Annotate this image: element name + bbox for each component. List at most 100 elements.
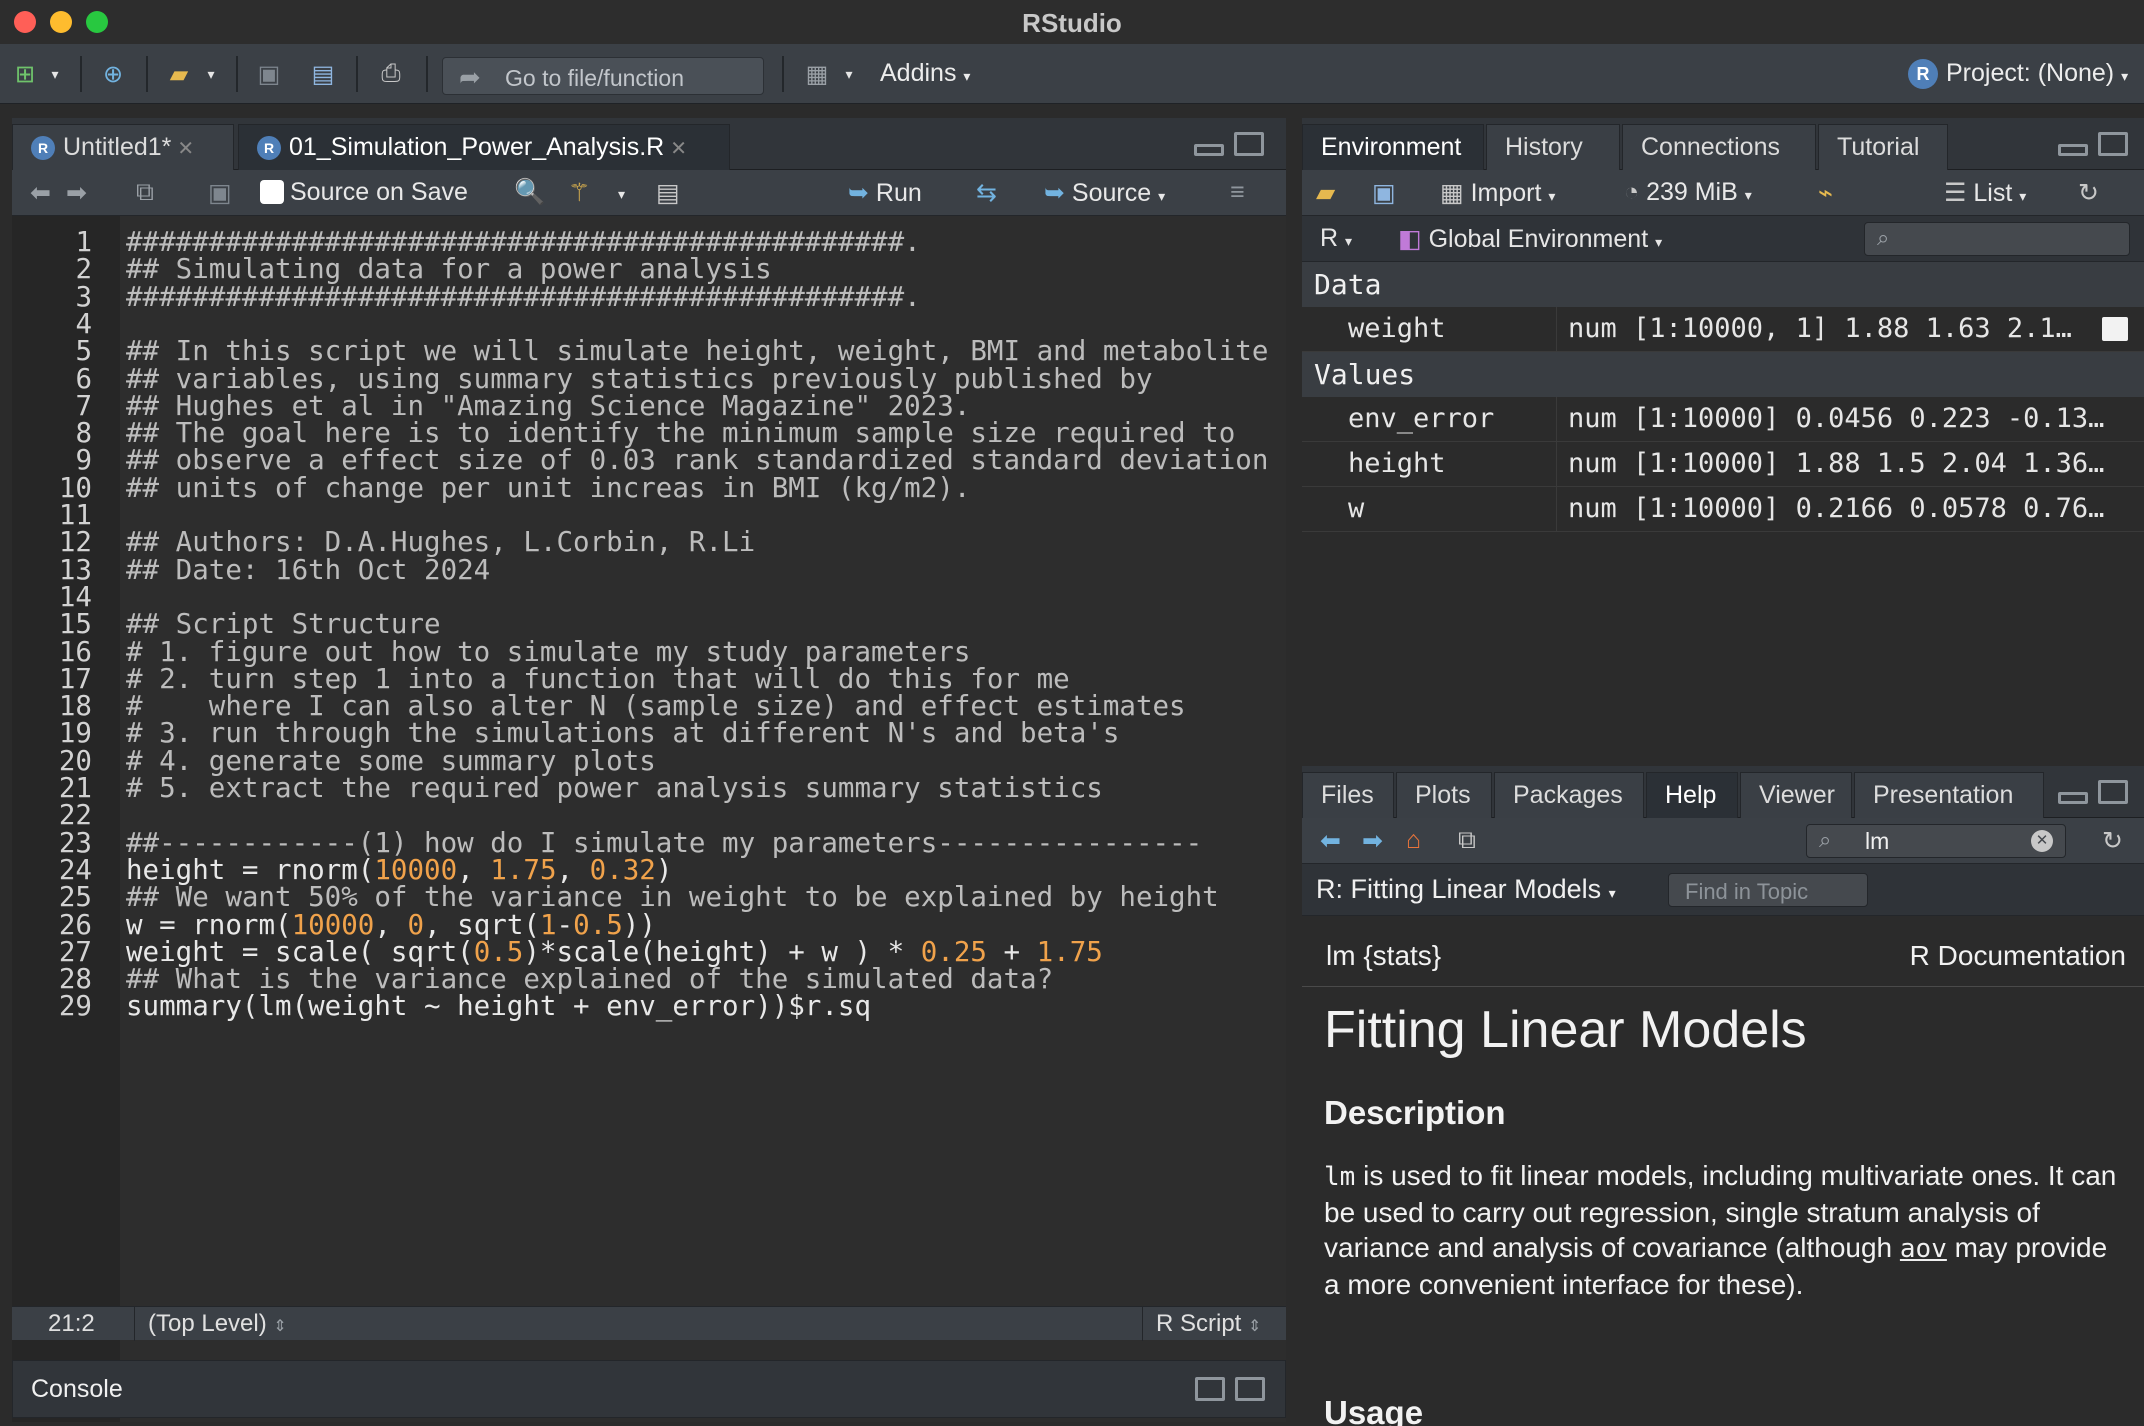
source-on-save-checkbox[interactable]: Source on Save [260, 178, 468, 207]
magic-wand-icon[interactable]: ⚚ [568, 178, 590, 208]
back-arrow-icon[interactable]: ⬅ [1320, 826, 1341, 856]
workspace-panes-icon[interactable]: ▦ [800, 58, 834, 90]
env-row-w[interactable]: w num [1:10000] 0.2166 0.0578 0.76… [1302, 487, 2144, 532]
view-mode-menu[interactable]: ☰ List ▾ [1944, 178, 2026, 208]
view-data-grid-icon[interactable] [2102, 317, 2128, 341]
new-project-icon[interactable]: ⊕ [96, 58, 130, 90]
refresh-icon[interactable]: ↻ [2078, 178, 2099, 208]
tab-simulation-script[interactable]: R 01_Simulation_Power_Analysis.R ✕ [238, 124, 730, 170]
maximize-pane-icon[interactable] [2098, 132, 2128, 156]
new-file-icon[interactable]: ⊞ [8, 58, 42, 90]
go-to-arrow-icon: ➦ [459, 62, 481, 92]
tab-presentation[interactable]: Presentation [1854, 772, 2044, 818]
home-icon[interactable]: ⌂ [1406, 826, 1421, 855]
environment-scope-menu[interactable]: ◧ Global Environment ▾ [1398, 224, 1662, 254]
project-menu[interactable]: R Project: (None) ▾ [1908, 59, 2128, 90]
chevron-down-icon[interactable]: ▾ [840, 58, 858, 90]
chevron-down-icon[interactable]: ▾ [618, 186, 625, 203]
restore-pane-icon[interactable] [1195, 1377, 1225, 1401]
import-dataset-menu[interactable]: ▦ Import ▾ [1440, 178, 1555, 208]
clear-broom-icon[interactable]: ⌁ [1818, 178, 1833, 208]
language-menu[interactable]: R ▾ [1320, 224, 1352, 253]
title-bar: RStudio [0, 0, 2144, 44]
close-tab-icon[interactable]: ✕ [177, 138, 194, 160]
object-name: weight [1348, 313, 1446, 344]
console-pane[interactable]: Console [12, 1360, 1286, 1418]
find-in-topic-placeholder: Find in Topic [1685, 879, 1809, 904]
tab-history[interactable]: History [1486, 124, 1620, 170]
help-topic-menu[interactable]: R: Fitting Linear Models ▾ [1316, 874, 1616, 905]
document-outline-icon[interactable]: ≡ [1230, 178, 1245, 207]
code-area[interactable]: 1 #######################################… [12, 216, 1286, 1422]
chevron-down-icon[interactable]: ▾ [202, 58, 220, 90]
tab-viewer[interactable]: Viewer [1740, 772, 1852, 818]
maximize-pane-icon[interactable] [1235, 1377, 1265, 1401]
column-divider [1556, 442, 1557, 487]
file-type-selector[interactable]: R Script ⇕ [1156, 1310, 1261, 1338]
show-in-window-icon[interactable]: ⧉ [136, 178, 154, 207]
compile-report-icon[interactable]: ▤ [656, 178, 680, 208]
find-in-topic-input[interactable]: Find in Topic [1668, 873, 1868, 907]
go-to-file-input[interactable]: ➦ Go to file/function [442, 57, 764, 95]
forward-arrow-icon[interactable]: ➡ [66, 178, 87, 208]
environment-search-input[interactable]: ⌕ [1864, 222, 2130, 256]
help-search-input[interactable]: ⌕ lm ✕ [1806, 824, 2066, 858]
save-all-icon[interactable]: ▤ [306, 58, 340, 90]
memory-usage-menu[interactable]: ◔ 239 MiB ▾ [1624, 178, 1752, 207]
tab-environment[interactable]: Environment [1302, 124, 1484, 170]
tab-untitled1[interactable]: R Untitled1* ✕ [12, 124, 234, 170]
object-value: num [1:10000, 1] 1.88 1.63 2.1… [1568, 313, 2072, 344]
refresh-icon[interactable]: ↻ [2102, 826, 2123, 856]
env-row-env-error[interactable]: env_error num [1:10000] 0.0456 0.223 -0.… [1302, 397, 2144, 442]
open-folder-icon[interactable]: ▰ [162, 58, 196, 90]
minimize-pane-icon[interactable] [1194, 144, 1224, 156]
tab-connections[interactable]: Connections [1622, 124, 1816, 170]
tab-help[interactable]: Help [1646, 772, 1738, 818]
forward-arrow-icon[interactable]: ➡ [1362, 826, 1383, 856]
env-row-weight[interactable]: weight num [1:10000, 1] 1.88 1.63 2.1… [1302, 307, 2144, 352]
rerun-icon[interactable]: ⇆ [976, 178, 997, 208]
maximize-pane-icon[interactable] [1234, 132, 1264, 156]
addins-menu[interactable]: Addins ▾ [880, 59, 970, 88]
code-line[interactable]: 29 summary(lm(weight ~ height + env_error… [12, 990, 1286, 1028]
save-icon[interactable]: ▣ [208, 178, 232, 208]
environment-pane: Environment History Connections Tutorial… [1302, 118, 2144, 750]
load-workspace-icon[interactable]: ▰ [1316, 178, 1335, 208]
show-in-window-icon[interactable]: ⧉ [1458, 826, 1476, 855]
toolbar-divider [80, 56, 82, 92]
object-name: env_error [1348, 403, 1495, 434]
scope-selector[interactable]: (Top Level) ⇕ [148, 1310, 287, 1338]
tab-plots[interactable]: Plots [1396, 772, 1492, 818]
maximize-pane-icon[interactable] [2098, 780, 2128, 804]
chevron-down-icon[interactable]: ▾ [46, 58, 64, 90]
scope-label: (Top Level) [148, 1310, 267, 1337]
r-project-icon: R [1908, 59, 1938, 90]
source-button[interactable]: ➥ Source ▾ [1044, 178, 1165, 208]
minimize-pane-icon[interactable] [2058, 144, 2088, 156]
save-workspace-icon[interactable]: ▣ [1372, 178, 1396, 208]
tab-tutorial[interactable]: Tutorial [1818, 124, 1948, 170]
toolbar-divider [146, 56, 148, 92]
close-tab-icon[interactable]: ✕ [670, 138, 687, 160]
help-description-text: lm is used to fit linear models, includi… [1324, 1158, 2124, 1302]
source-editor-pane: R Untitled1* ✕ R 01_Simulation_Power_Analys… [12, 118, 1286, 1422]
aov-link[interactable]: aov [1900, 1234, 1947, 1264]
tab-packages[interactable]: Packages [1494, 772, 1644, 818]
minimize-pane-icon[interactable] [2058, 792, 2088, 804]
code-text: summary(lm(weight ~ height + env_error))… [126, 990, 872, 1023]
line-number: 29 [58, 990, 92, 1023]
object-value: num [1:10000] 0.2166 0.0578 0.76… [1568, 493, 2105, 524]
clear-search-icon[interactable]: ✕ [2031, 830, 2053, 852]
save-icon[interactable]: ▣ [252, 58, 286, 90]
run-button[interactable]: ➥ Run [848, 178, 922, 208]
search-icon: ⌕ [1877, 225, 1890, 250]
search-icon[interactable]: 🔍 [514, 178, 545, 207]
editor-status-bar: 21:2 (Top Level) ⇕ R Script ⇕ [12, 1306, 1286, 1341]
print-icon[interactable]: ⎙ [374, 58, 408, 90]
back-arrow-icon[interactable]: ⬅ [30, 178, 51, 208]
tab-files[interactable]: Files [1302, 772, 1394, 818]
help-document: lm {stats} R Documentation Fitting Linea… [1302, 916, 2144, 1426]
env-row-height[interactable]: height num [1:10000] 1.88 1.5 2.04 1.36… [1302, 442, 2144, 487]
environment-icon: ◧ [1398, 225, 1422, 253]
view-mode-label: List [1973, 179, 2013, 207]
